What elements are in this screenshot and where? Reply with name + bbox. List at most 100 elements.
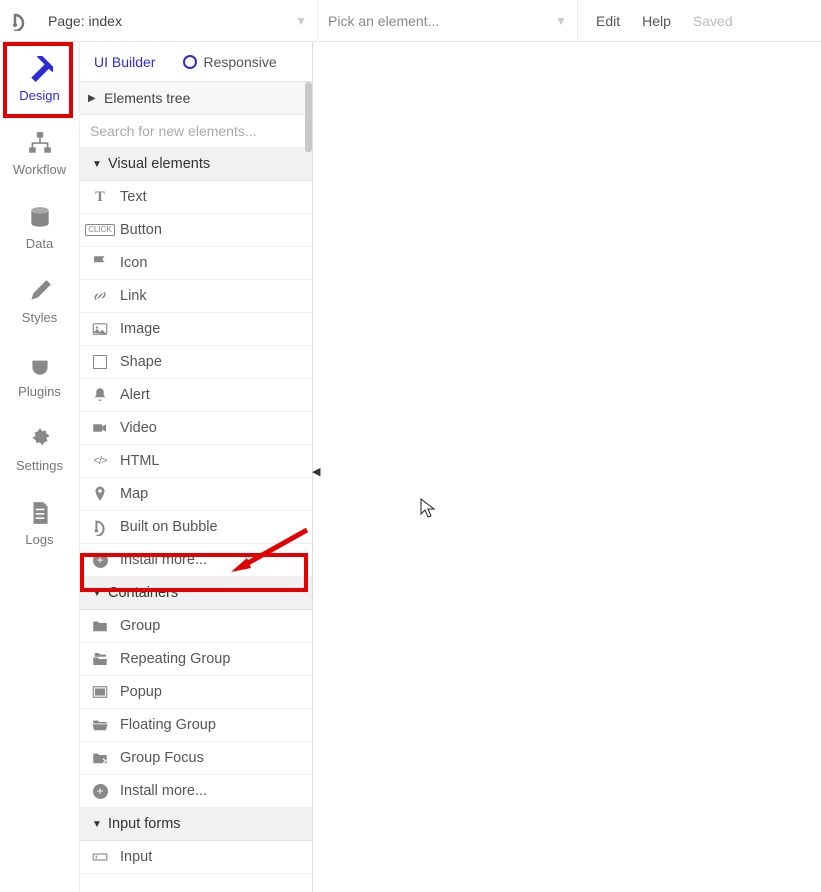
element-alert[interactable]: Alert [80, 379, 312, 412]
element-popup-label: Popup [120, 684, 162, 700]
section-visual-label: Visual elements [108, 156, 210, 172]
element-icon-label: Icon [120, 255, 147, 271]
element-html[interactable]: </> HTML [80, 445, 312, 478]
element-alert-label: Alert [120, 387, 150, 403]
element-link[interactable]: Link [80, 280, 312, 313]
element-html-label: HTML [120, 453, 159, 469]
triangle-right-icon: ▶ [88, 93, 96, 104]
element-built-on-bubble[interactable]: Built on Bubble [80, 511, 312, 544]
refresh-icon [183, 55, 197, 69]
page-selector-label: Page: index [48, 13, 122, 29]
element-group-label: Group [120, 618, 160, 634]
link-icon [90, 287, 110, 305]
element-text-label: Text [120, 189, 147, 205]
section-input-forms-label: Input forms [108, 816, 181, 832]
element-picker-dropdown[interactable]: Pick an element... ▼ [318, 0, 578, 42]
saved-status: Saved [693, 13, 733, 29]
element-repeating-group[interactable]: Repeating Group [80, 643, 312, 676]
input-icon [90, 848, 110, 866]
section-visual-elements[interactable]: ▼ Visual elements [80, 148, 312, 181]
search-elements-input[interactable] [90, 123, 302, 139]
element-popup[interactable]: Popup [80, 676, 312, 709]
element-floating-group[interactable]: Floating Group [80, 709, 312, 742]
nav-workflow-label: Workflow [13, 162, 66, 177]
folder-open-icon [90, 716, 110, 734]
elements-tree-label: Elements tree [104, 90, 190, 106]
search-elements-row[interactable] [80, 115, 312, 148]
nav-logs[interactable]: Logs [0, 486, 79, 560]
video-icon [90, 419, 110, 437]
folder-arrow-icon [90, 749, 110, 767]
chevron-down-icon: ▼ [555, 14, 567, 28]
plus-circle-icon: + [90, 553, 110, 568]
nav-settings[interactable]: Settings [0, 412, 79, 486]
element-button-label: Button [120, 222, 162, 238]
nav-styles-label: Styles [22, 310, 57, 325]
plus-circle-icon: + [90, 784, 110, 799]
map-pin-icon [90, 485, 110, 503]
element-input-label: Input [120, 849, 152, 865]
nav-design[interactable]: Design [0, 42, 79, 116]
element-video[interactable]: Video [80, 412, 312, 445]
panel-scrollbar[interactable] [305, 82, 312, 152]
triangle-down-icon: ▼ [92, 159, 102, 170]
flag-icon [90, 254, 110, 272]
tab-ui-builder-label: UI Builder [94, 54, 155, 70]
element-button[interactable]: CLICK Button [80, 214, 312, 247]
element-repeating-group-label: Repeating Group [120, 651, 230, 667]
folder-stack-icon [90, 650, 110, 668]
bell-icon [90, 386, 110, 404]
element-image-label: Image [120, 321, 160, 337]
nav-logs-label: Logs [25, 532, 53, 547]
element-video-label: Video [120, 420, 157, 436]
nav-design-label: Design [19, 88, 59, 103]
element-shape[interactable]: Shape [80, 346, 312, 379]
nav-data-label: Data [26, 236, 53, 251]
nav-data[interactable]: Data [0, 190, 79, 264]
element-text[interactable]: T Text [80, 181, 312, 214]
help-menu[interactable]: Help [642, 13, 671, 29]
triangle-down-icon: ▼ [92, 819, 102, 830]
tab-responsive-label: Responsive [203, 54, 276, 70]
nav-styles[interactable]: Styles [0, 264, 79, 338]
element-shape-label: Shape [120, 354, 162, 370]
section-input-forms[interactable]: ▼ Input forms [80, 808, 312, 841]
image-icon [90, 320, 110, 338]
page-selector-dropdown[interactable]: Page: index ▼ [38, 0, 318, 42]
element-icon[interactable]: Icon [80, 247, 312, 280]
element-map[interactable]: Map [80, 478, 312, 511]
element-group-focus-label: Group Focus [120, 750, 204, 766]
edit-menu[interactable]: Edit [596, 13, 620, 29]
section-containers[interactable]: ▼ Containers [80, 577, 312, 610]
popup-icon [90, 683, 110, 701]
element-built-on-bubble-label: Built on Bubble [120, 519, 218, 535]
element-link-label: Link [120, 288, 147, 304]
tab-responsive[interactable]: Responsive [169, 42, 290, 81]
text-icon: T [90, 189, 110, 206]
element-group-focus[interactable]: Group Focus [80, 742, 312, 775]
panel-collapse-handle[interactable]: ◀ [312, 465, 320, 478]
element-install-more-label: Install more... [120, 552, 207, 568]
triangle-down-icon: ▼ [92, 588, 102, 599]
html-icon: </> [90, 455, 110, 467]
folder-icon [90, 617, 110, 635]
element-install-more-containers-label: Install more... [120, 783, 207, 799]
nav-workflow[interactable]: Workflow [0, 116, 79, 190]
button-icon: CLICK [90, 224, 110, 236]
shape-icon [90, 355, 110, 369]
bubble-icon [90, 518, 110, 536]
nav-settings-label: Settings [16, 458, 63, 473]
nav-plugins-label: Plugins [18, 384, 61, 399]
chevron-down-icon: ▼ [295, 14, 307, 28]
element-group[interactable]: Group [80, 610, 312, 643]
mouse-cursor-icon [420, 498, 436, 518]
tab-ui-builder[interactable]: UI Builder [80, 42, 169, 81]
element-input[interactable]: Input [80, 841, 312, 874]
element-install-more-containers[interactable]: + Install more... [80, 775, 312, 808]
element-picker-placeholder: Pick an element... [328, 13, 439, 29]
element-image[interactable]: Image [80, 313, 312, 346]
nav-plugins[interactable]: Plugins [0, 338, 79, 412]
bubble-logo-icon [6, 8, 32, 34]
element-install-more-visual[interactable]: + Install more... [80, 544, 312, 577]
elements-tree-header[interactable]: ▶ Elements tree [80, 82, 312, 115]
